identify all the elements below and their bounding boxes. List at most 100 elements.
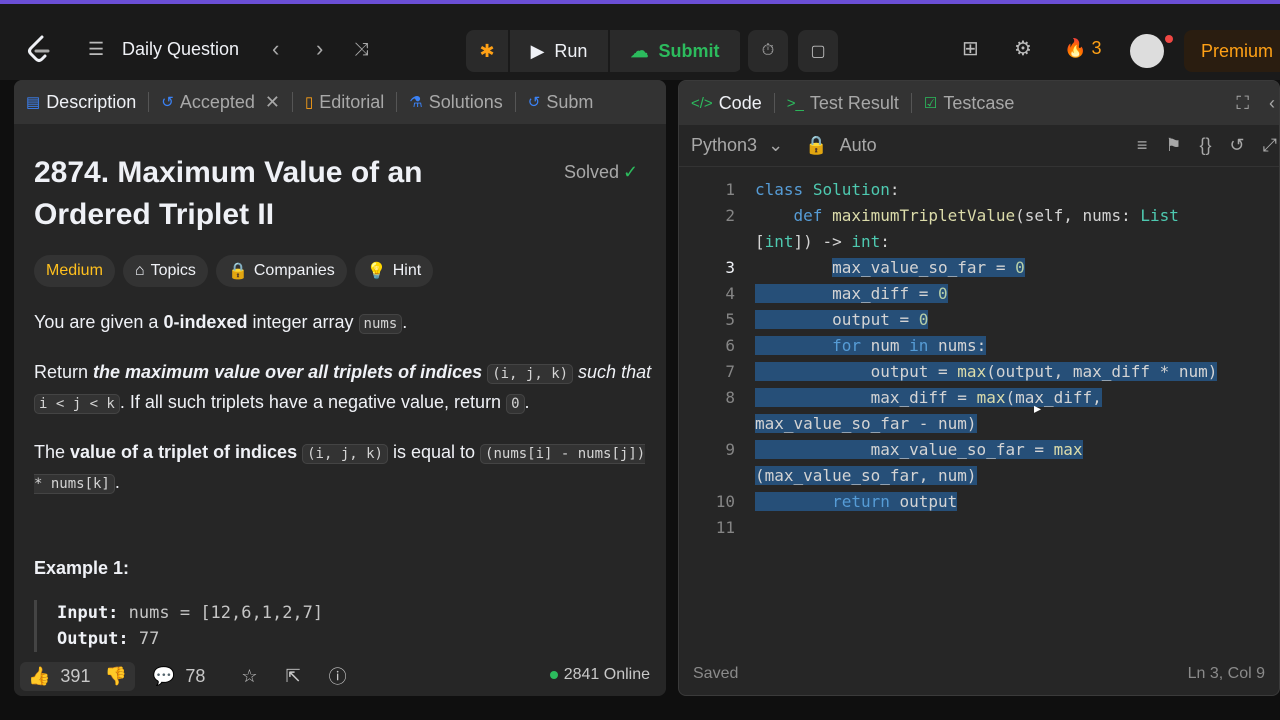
timer-icon[interactable]: ⏱ xyxy=(748,30,788,72)
next-problem-icon[interactable]: › xyxy=(316,29,323,69)
comments-button[interactable]: 💬 78 xyxy=(153,666,205,687)
line-number: 8 xyxy=(725,388,735,407)
output-value: 77 xyxy=(138,629,160,649)
maximize-icon[interactable]: ⛶ xyxy=(1236,93,1249,114)
code-editor[interactable]: 1 class Solution: 2 def maximumTripletValu… xyxy=(679,177,1279,541)
submit-label: Submit xyxy=(658,40,720,61)
paragraph: Return the maximum value over all triple… xyxy=(34,358,654,418)
tab-label: Code xyxy=(718,92,762,113)
mouse-cursor-icon: ▸ xyxy=(1034,400,1042,416)
problem-description: You are given a 0-indexed integer array … xyxy=(34,308,654,518)
text: is equal to xyxy=(387,442,481,462)
flask-icon: ⚗ xyxy=(409,94,423,111)
settings-gear-icon[interactable]: ⚙ xyxy=(1014,36,1032,61)
run-button[interactable]: ▶ Run xyxy=(510,30,608,72)
code-line: max_value_so_far - num) xyxy=(679,411,1279,437)
tag-icon: ⌂ xyxy=(134,262,145,279)
avatar[interactable] xyxy=(1130,34,1164,68)
shuffle-icon[interactable]: ⤨ xyxy=(354,29,368,69)
tab-editorial[interactable]: ▯ Editorial xyxy=(293,80,396,124)
tab-code[interactable]: </> Code xyxy=(679,81,774,125)
line-number: 3 xyxy=(725,258,735,277)
language-select[interactable]: Python3 ⌄ xyxy=(691,135,783,156)
online-label: 2841 Online xyxy=(563,666,650,683)
thumbs-down-icon[interactable]: 👎 xyxy=(104,666,126,687)
check-circle-icon: ✓ xyxy=(623,162,639,182)
line-number: 5 xyxy=(725,310,735,329)
problem-footer: 👍 391 👎 💬 78 ☆ ⇱ ⓘ 2841 Online xyxy=(14,656,666,696)
history-icon: ↺ xyxy=(161,94,174,111)
tab-accepted[interactable]: ↺ Accepted ✕ xyxy=(149,80,292,124)
text: The xyxy=(34,442,71,462)
topics-chip[interactable]: ⌂ Topics xyxy=(122,255,208,287)
tag-chips: Medium ⌂ Topics 🔒 Companies 💡 Hint xyxy=(34,255,441,287)
premium-button[interactable]: Premium xyxy=(1184,30,1280,72)
notes-icon[interactable]: ▢ xyxy=(798,30,838,72)
inline-code: (i, j, k) xyxy=(302,444,388,464)
line-number: 6 xyxy=(725,336,735,355)
cloud-upload-icon: ☁ xyxy=(630,40,649,61)
run-submit-group: ✱ ▶ Run ☁ Submit xyxy=(466,30,742,72)
submit-button[interactable]: ☁ Submit xyxy=(610,30,740,72)
mode-label: Auto xyxy=(839,135,877,155)
tab-submissions[interactable]: ↺ Subm xyxy=(516,80,606,124)
top-navbar: ☰ Daily Question ‹ › ⤨ ✱ ▶ Run ☁ Submit … xyxy=(0,0,1280,80)
tab-description[interactable]: ▤ Description xyxy=(14,80,148,124)
run-label: Run xyxy=(554,40,588,61)
format-icon[interactable]: ≡ xyxy=(1137,135,1148,156)
code-line: 6 for num in nums: xyxy=(679,333,1279,359)
problem-list-button[interactable]: ☰ Daily Question xyxy=(88,29,239,69)
reset-icon[interactable]: ↺ xyxy=(1230,135,1245,156)
tab-test-result[interactable]: >_ Test Result xyxy=(775,81,911,125)
companies-chip[interactable]: 🔒 Companies xyxy=(215,255,347,287)
paragraph: You are given a 0-indexed integer array … xyxy=(34,308,654,338)
close-icon[interactable]: ✕ xyxy=(265,92,280,113)
left-tab-bar: ▤ Description ↺ Accepted ✕ ▯ Editorial ⚗… xyxy=(14,80,666,124)
braces-icon[interactable]: {} xyxy=(1199,135,1211,156)
layout-grid-icon[interactable]: ⊞ xyxy=(962,36,979,61)
leetcode-logo-icon[interactable] xyxy=(26,29,58,69)
lock-icon: 🔒 xyxy=(227,263,248,280)
code-text: [int]) -> int: xyxy=(755,232,890,251)
line-number: 9 xyxy=(725,440,735,459)
code-panel: </> Code >_ Test Result ☑ Testcase ⛶ ‹ P… xyxy=(678,80,1280,696)
streak-counter[interactable]: 🔥 3 xyxy=(1064,38,1101,59)
like-count: 391 xyxy=(60,665,91,686)
online-count: 2841 Online xyxy=(549,666,650,684)
line-number: 4 xyxy=(725,284,735,303)
fire-icon: 🔥 xyxy=(1064,38,1087,58)
document-icon: ▤ xyxy=(26,94,41,111)
tab-label: Test Result xyxy=(809,92,899,113)
notification-dot xyxy=(1165,35,1173,43)
text: . xyxy=(402,312,408,332)
code-line: 5 output = 0 xyxy=(679,307,1279,333)
code-line: 10 return output xyxy=(679,489,1279,515)
text: Return xyxy=(34,362,94,382)
code-text: max_value_so_far - num) xyxy=(755,414,977,433)
star-icon[interactable]: ☆ xyxy=(241,666,257,687)
hint-chip[interactable]: 💡 Hint xyxy=(354,255,434,287)
chip-label: Companies xyxy=(253,262,335,279)
prev-problem-icon[interactable]: ‹ xyxy=(272,29,279,69)
code-line: 1 class Solution: xyxy=(679,177,1279,203)
bold-text: the maximum value over all triplets of i… xyxy=(93,362,483,382)
tab-testcase[interactable]: ☑ Testcase xyxy=(912,81,1027,125)
expand-icon[interactable]: ⤢ xyxy=(1263,135,1277,156)
like-button[interactable]: 👍 391 👎 xyxy=(20,661,135,691)
lock-icon: 🔒 xyxy=(805,135,828,155)
tab-solutions[interactable]: ⚗ Solutions xyxy=(397,80,515,124)
bookmark-icon[interactable]: ⚑ xyxy=(1165,135,1181,156)
code-icon: </> xyxy=(691,94,713,112)
help-icon[interactable]: ⓘ xyxy=(329,663,347,689)
tab-label: Description xyxy=(46,91,137,112)
text: . xyxy=(524,392,530,412)
inline-code: 0 xyxy=(506,394,525,414)
right-tab-bar: </> Code >_ Test Result ☑ Testcase ⛶ ‹ xyxy=(679,81,1279,125)
auto-mode[interactable]: 🔒 Auto xyxy=(805,135,876,156)
comment-icon: 💬 xyxy=(152,665,176,686)
code-text: (max_value_so_far, num) xyxy=(755,466,977,485)
collapse-icon[interactable]: ‹ xyxy=(1269,93,1275,114)
share-icon[interactable]: ⇱ xyxy=(285,666,300,687)
code-text: max_diff = 0 xyxy=(755,284,948,303)
debug-icon[interactable]: ✱ xyxy=(466,30,508,72)
